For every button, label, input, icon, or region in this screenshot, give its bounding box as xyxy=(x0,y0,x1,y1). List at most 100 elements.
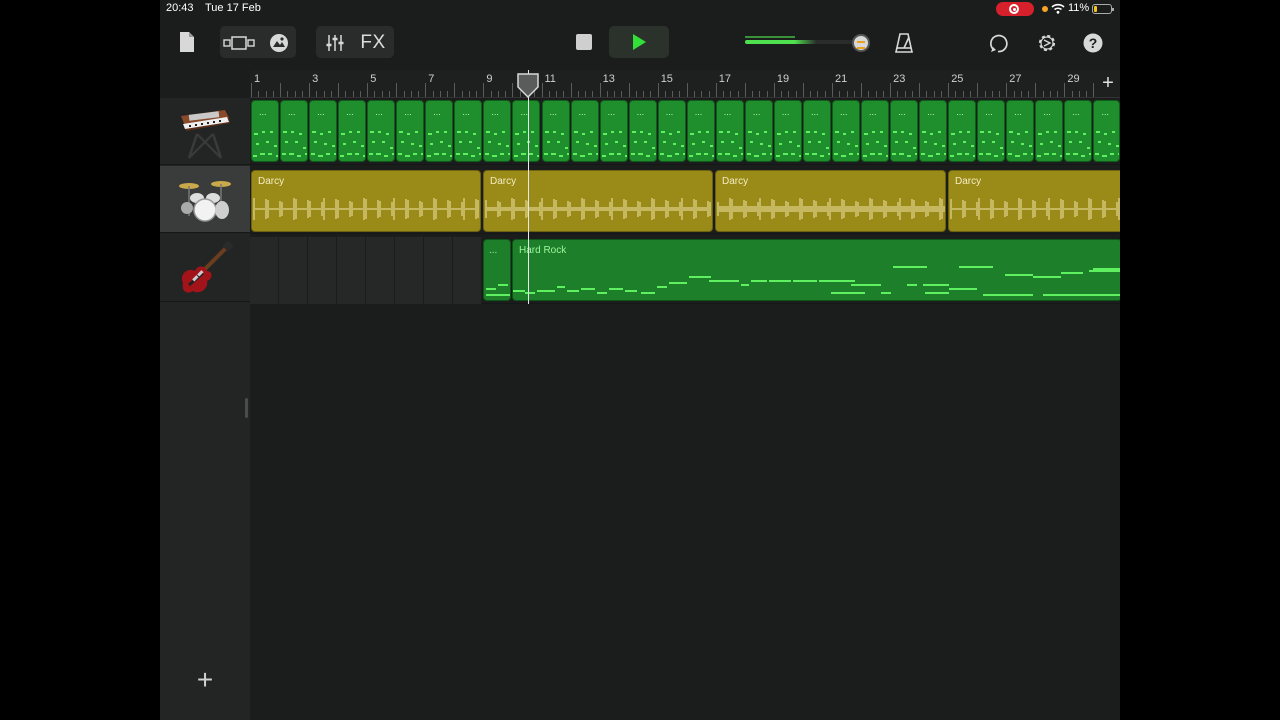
track-header-keyboard[interactable] xyxy=(160,98,250,165)
midi-loop-region[interactable]: ... xyxy=(919,100,948,162)
midi-loop-region[interactable]: ... xyxy=(367,100,396,162)
midi-loop-region[interactable]: ... xyxy=(454,100,483,162)
timeline-ruler[interactable]: + 1 3 5 7 9 11 13 15 17 19 21 23 25 27 29 xyxy=(250,70,1120,98)
midi-loop-region[interactable]: ... xyxy=(425,100,454,162)
drum-kit-icon xyxy=(179,181,231,222)
mixer-icon[interactable] xyxy=(322,30,348,56)
settings-icon[interactable] xyxy=(1034,30,1060,56)
midi-loop-region[interactable]: ... xyxy=(977,100,1006,162)
midi-loop-region[interactable]: ... xyxy=(832,100,861,162)
midi-loop-region[interactable]: ... xyxy=(483,100,512,162)
note-pattern xyxy=(717,131,743,157)
midi-loop-region[interactable]: ... xyxy=(948,100,977,162)
ruler-tick xyxy=(686,83,688,97)
ruler-tick xyxy=(599,83,601,97)
midi-loop-region[interactable]: ... xyxy=(570,100,599,162)
master-volume-icon[interactable] xyxy=(852,34,870,52)
metronome-icon[interactable] xyxy=(891,30,917,56)
midi-loop-region[interactable]: ... xyxy=(1064,100,1093,162)
audio-region-darcy[interactable]: Darcy xyxy=(715,170,946,232)
ruler-bar-number: 5 xyxy=(370,73,377,85)
screen-recording-icon[interactable] xyxy=(996,2,1034,16)
midi-loop-region[interactable]: ... xyxy=(686,100,715,162)
note-pattern xyxy=(921,131,947,157)
midi-loop-region[interactable]: ... xyxy=(773,100,802,162)
midi-loop-region[interactable]: ... xyxy=(890,100,919,162)
ruler-tick xyxy=(1071,91,1073,97)
ruler-bar-number: 25 xyxy=(951,73,964,85)
midi-loop-region[interactable]: ... xyxy=(802,100,831,162)
view-toggle-icon[interactable] xyxy=(222,30,256,56)
tracks-area[interactable]: Darcy Darcy Darcy Darcy ... Hard Rock ..… xyxy=(250,98,1120,720)
midi-region-hard-rock[interactable]: Hard Rock xyxy=(512,239,1120,301)
midi-loop-region[interactable]: ... xyxy=(280,100,309,162)
midi-loop-region[interactable]: ... xyxy=(628,100,657,162)
play-button[interactable] xyxy=(609,26,669,58)
ruler-tick xyxy=(1078,91,1080,97)
track-header-guitar[interactable] xyxy=(160,235,250,302)
ruler-tick xyxy=(969,91,971,97)
master-volume-slider[interactable] xyxy=(745,36,855,44)
midi-loop-region[interactable]: ... xyxy=(1006,100,1035,162)
my-songs-icon[interactable] xyxy=(176,28,198,56)
note-pattern xyxy=(340,131,366,157)
note-pattern xyxy=(486,284,510,296)
midi-loop-region[interactable]: ... xyxy=(715,100,744,162)
midi-loop-region[interactable]: ... xyxy=(309,100,338,162)
ruler-bar-number: 19 xyxy=(776,73,790,85)
audio-region-darcy[interactable]: Darcy xyxy=(948,170,1120,232)
playhead-handle[interactable] xyxy=(516,72,540,98)
ruler-tick xyxy=(330,91,332,97)
midi-loop-region[interactable]: ... xyxy=(1035,100,1064,162)
note-pattern xyxy=(892,131,918,157)
ruler-tick xyxy=(1035,83,1037,97)
ruler-tick xyxy=(1093,83,1095,97)
midi-loop-region[interactable]: ... xyxy=(541,100,570,162)
midi-region-short[interactable]: ... xyxy=(483,239,511,301)
loop-browser-icon[interactable] xyxy=(987,30,1013,56)
audio-region-darcy[interactable]: Darcy xyxy=(483,170,713,232)
waveform xyxy=(253,198,479,220)
midi-loop-region[interactable]: ... xyxy=(1093,100,1120,162)
add-section-button[interactable]: + xyxy=(1098,72,1118,94)
midi-loop-region[interactable]: ... xyxy=(599,100,628,162)
ruler-tick xyxy=(752,91,754,97)
ruler-bar-number: 9 xyxy=(486,73,493,85)
ruler-tick xyxy=(606,91,608,97)
ruler-tick xyxy=(490,91,492,97)
ruler-tick xyxy=(345,91,347,97)
ruler-tick xyxy=(505,91,507,97)
midi-loop-region[interactable]: ... xyxy=(512,100,541,162)
ruler-tick xyxy=(548,91,550,97)
fx-button[interactable]: FX xyxy=(358,30,388,56)
add-track-button[interactable]: + xyxy=(190,666,220,696)
help-icon[interactable]: ? xyxy=(1080,30,1106,56)
browser-icon[interactable] xyxy=(266,30,292,56)
ruler-tick xyxy=(853,91,855,97)
ruler-tick xyxy=(621,91,623,97)
note-pattern xyxy=(485,131,511,157)
midi-loop-region[interactable]: ... xyxy=(251,100,280,162)
midi-loop-region[interactable]: ... xyxy=(657,100,686,162)
ruler-bar-number: 3 xyxy=(312,73,319,85)
midi-loop-region[interactable]: ... xyxy=(861,100,890,162)
ruler-bar-number: 1 xyxy=(254,73,261,85)
midi-loop-region[interactable]: ... xyxy=(338,100,367,162)
midi-loop-region[interactable]: ... xyxy=(744,100,773,162)
ruler-tick xyxy=(839,91,841,97)
track-header-drums[interactable] xyxy=(160,166,250,233)
audio-region-darcy[interactable]: Darcy xyxy=(251,170,481,232)
ruler-tick xyxy=(882,91,884,97)
ruler-tick xyxy=(962,91,964,97)
battery-percentage: 11% xyxy=(1068,2,1090,14)
ruler-tick xyxy=(802,83,804,97)
ruler-tick xyxy=(708,91,710,97)
ruler-tick xyxy=(374,91,376,97)
stop-button[interactable] xyxy=(565,26,603,58)
ruler-tick xyxy=(1020,91,1022,97)
ruler-tick xyxy=(541,83,543,97)
midi-loop-region[interactable]: ... xyxy=(396,100,425,162)
header-resize-handle[interactable] xyxy=(245,398,248,418)
ruler-tick xyxy=(1064,83,1066,97)
ruler-tick xyxy=(287,91,289,97)
